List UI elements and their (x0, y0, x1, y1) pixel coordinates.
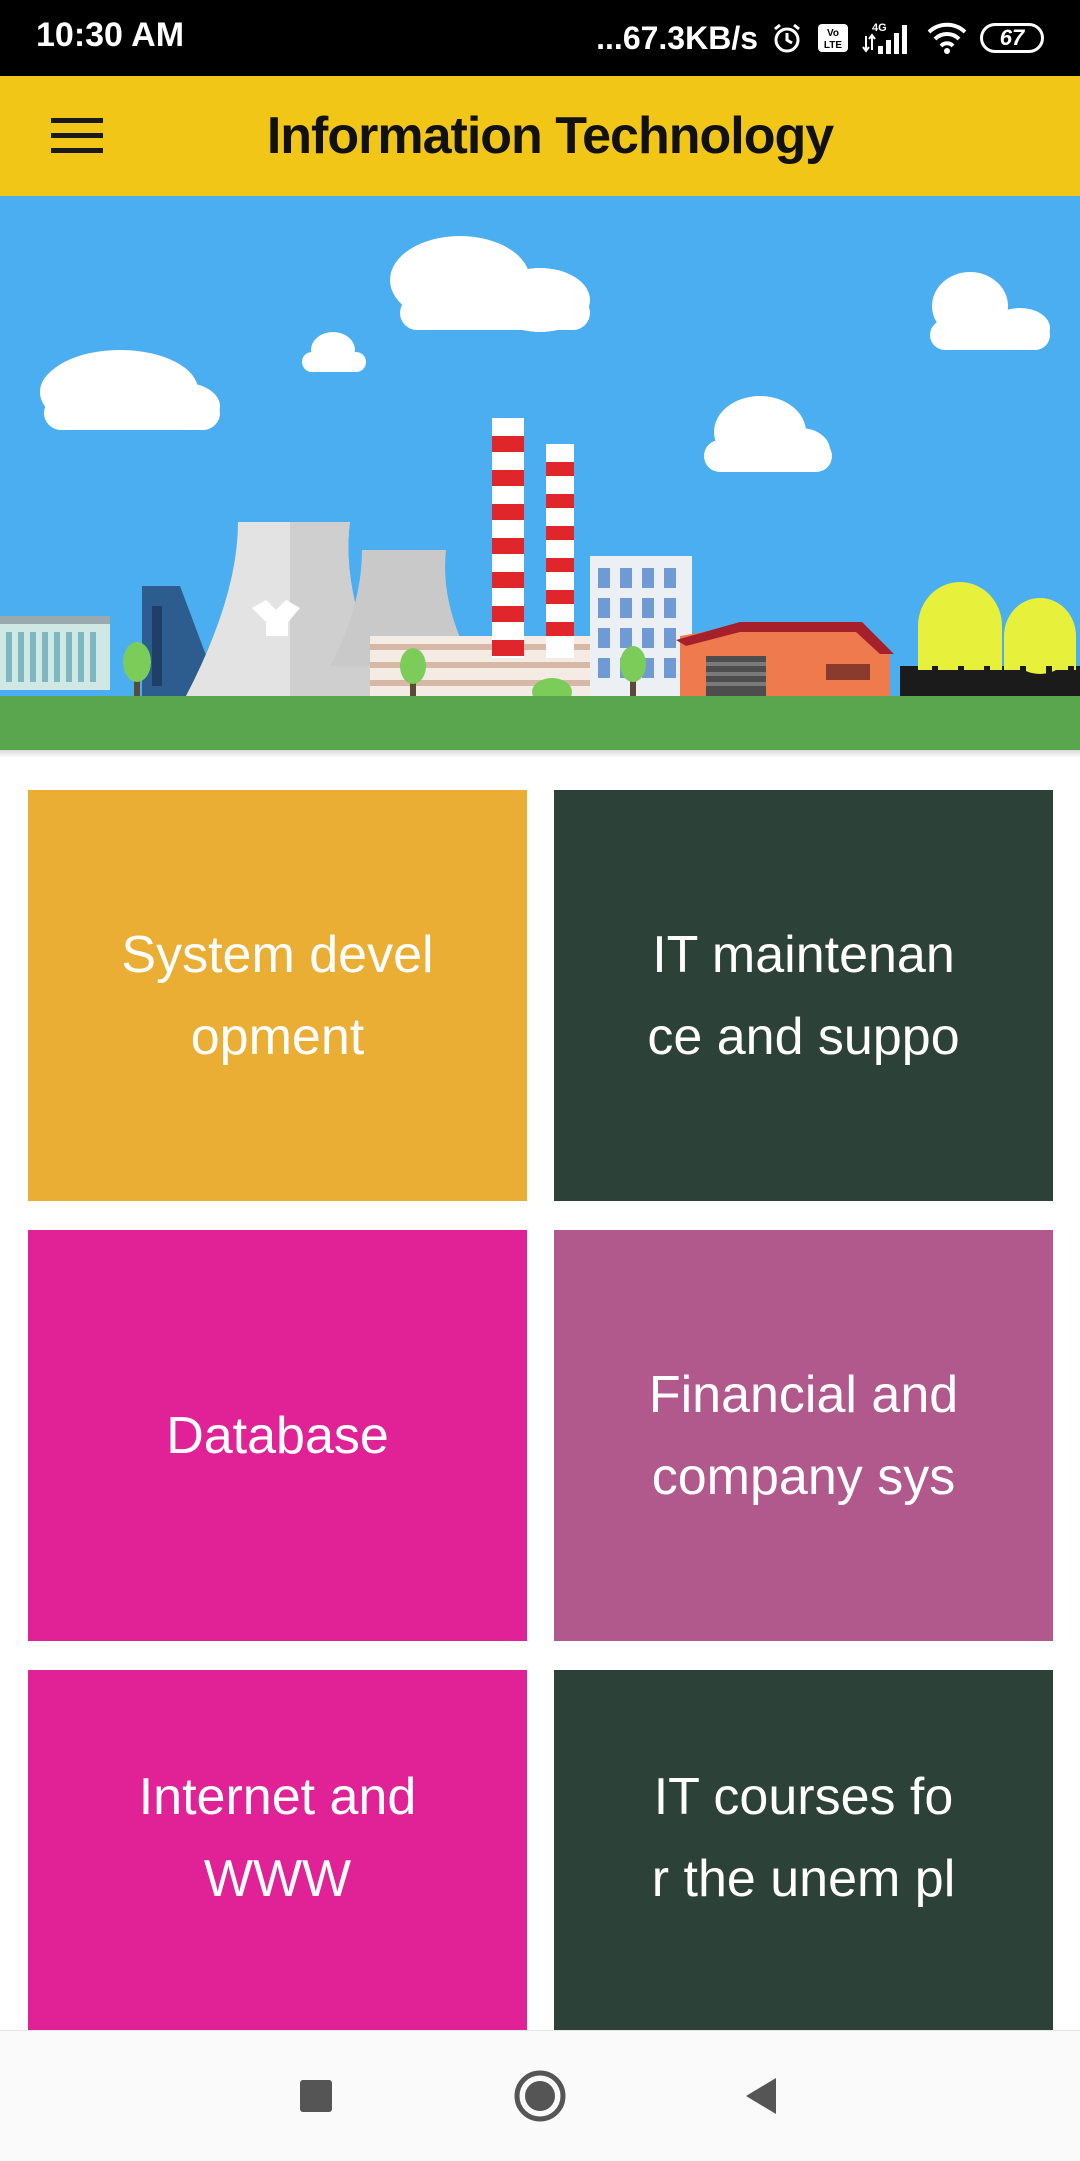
tile-it-courses[interactable]: IT courses fo r the unem pl (554, 1670, 1053, 2030)
status-time: 10:30 AM (36, 16, 185, 54)
banner-shadow (0, 750, 1080, 758)
tile-label: Database (166, 1406, 389, 1465)
recent-apps-icon (300, 2080, 332, 2112)
svg-text:LTE: LTE (824, 40, 842, 51)
alarm-icon (770, 21, 804, 55)
back-button[interactable] (725, 2061, 795, 2131)
tile-label: System devel opment (121, 925, 434, 1066)
system-nav-bar (0, 2030, 1080, 2161)
network-speed: ...67.3KB/s (596, 19, 758, 56)
tile-system-development[interactable]: System devel opment (28, 790, 527, 1201)
tile-label: Internet and WWW (138, 1768, 417, 1908)
industrial-city-illustration (0, 196, 1080, 750)
svg-text:Vo: Vo (827, 28, 839, 39)
hamburger-menu-icon (51, 118, 103, 153)
battery-icon: 67 (980, 23, 1044, 53)
wifi-icon (926, 21, 968, 55)
home-button[interactable] (505, 2061, 575, 2131)
volte-icon: Vo LTE (816, 21, 850, 55)
home-icon (514, 2070, 566, 2122)
recent-apps-button[interactable] (281, 2061, 351, 2131)
tile-financial-systems[interactable]: Financial and company sys (554, 1230, 1053, 1641)
tile-internet-www[interactable]: Internet and WWW (28, 1670, 527, 2030)
tile-label: Financial and company sys (648, 1365, 959, 1506)
page-title: Information Technology (266, 107, 834, 165)
tile-label: IT courses fo r the unem pl (651, 1768, 956, 1908)
network-type-label: 4G (872, 22, 887, 34)
status-indicators: ...67.3KB/s Vo LTE 4G 67 (596, 12, 1044, 64)
app-bar: Information Technology (0, 76, 1080, 196)
menu-button[interactable] (40, 104, 114, 168)
signal-icon: 4G (862, 20, 914, 56)
tile-it-maintenance[interactable]: IT maintenan ce and suppo (554, 790, 1053, 1201)
header-banner (0, 196, 1080, 750)
back-icon (746, 2078, 776, 2114)
battery-level: 67 (999, 25, 1025, 50)
tile-database[interactable]: Database (28, 1230, 527, 1641)
status-bar: 10:30 AM ...67.3KB/s Vo LTE 4G 67 (0, 0, 1080, 76)
tile-label: IT maintenan ce and suppo (647, 925, 960, 1066)
